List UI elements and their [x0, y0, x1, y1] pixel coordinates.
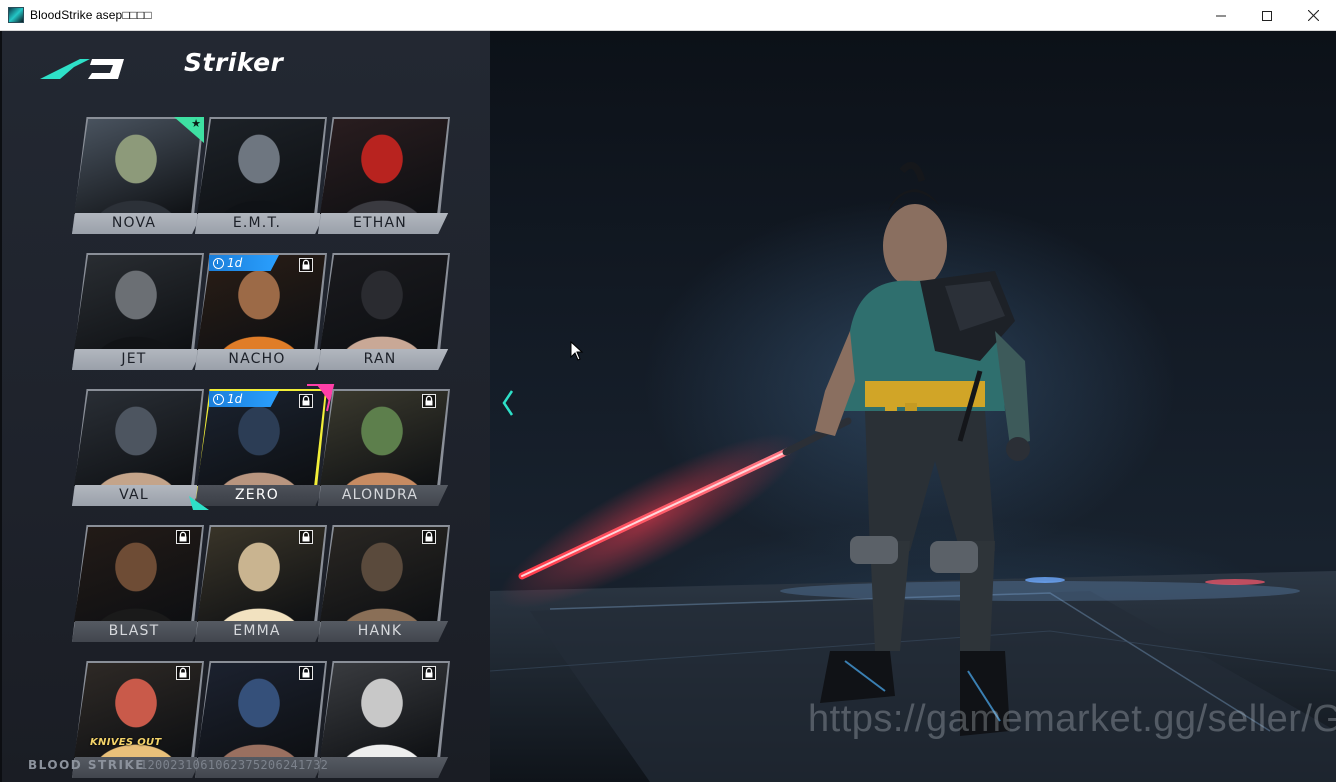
footer-brand: BLOOD STRIKE — [28, 758, 145, 772]
trial-timer-text: 1d — [227, 256, 243, 270]
game-logo-icon — [40, 59, 124, 79]
preview-scene — [490, 161, 1336, 782]
character-card-zero[interactable]: ZERO 1d — [189, 384, 335, 510]
minimize-button[interactable] — [1198, 0, 1244, 31]
character-name: HANK — [357, 623, 403, 639]
chevron-left-icon — [502, 390, 514, 416]
character-name: ZERO — [235, 487, 279, 503]
character-name: RAN — [363, 351, 397, 367]
character-name: ETHAN — [353, 215, 407, 231]
character-portrait — [197, 119, 325, 214]
character-panel: Striker NOVA ★ E.M.T. ETHAN JET NACHO 1d RAN VAL… — [0, 31, 490, 782]
lock-icon — [299, 394, 313, 408]
trial-timer-badge: 1d — [209, 391, 279, 407]
minimize-icon — [1216, 15, 1226, 16]
character-name — [318, 758, 442, 777]
character-card-nova[interactable]: NOVA ★ — [72, 117, 204, 234]
close-icon — [1307, 10, 1319, 21]
character-card-hank[interactable]: HANK — [318, 525, 450, 642]
clock-icon — [213, 257, 224, 269]
character-portrait — [74, 391, 202, 486]
character-name: ALONDRA — [341, 487, 419, 503]
app-icon — [8, 7, 24, 23]
player-id: 1200231061062375206241732 — [140, 758, 329, 772]
back-button[interactable] — [40, 55, 126, 85]
maximize-icon — [1262, 10, 1272, 21]
character-card[interactable] — [318, 661, 450, 778]
window-titlebar: BloodStrike asep□□□□ — [0, 0, 1336, 31]
lock-icon — [299, 258, 313, 272]
character-card-val[interactable]: VAL — [72, 389, 204, 506]
character-card-jet[interactable]: JET — [72, 253, 204, 370]
close-button[interactable] — [1290, 0, 1336, 31]
character-name: E.M.T. — [232, 215, 282, 231]
lock-icon — [176, 530, 190, 544]
window-title: BloodStrike asep□□□□ — [30, 8, 152, 22]
watermark: https://gamemarket.gg/seller/GameNews — [808, 698, 1336, 740]
clock-icon — [213, 393, 224, 405]
character-portrait — [320, 255, 448, 350]
character-name: VAL — [119, 487, 149, 503]
character-name: BLAST — [108, 623, 160, 639]
lock-icon — [176, 666, 190, 680]
trial-timer-badge: 1d — [209, 255, 279, 271]
character-card-emt[interactable]: E.M.T. — [195, 117, 327, 234]
window-controls — [1198, 0, 1336, 31]
character-card-ethan[interactable]: ETHAN — [318, 117, 450, 234]
character-name: EMMA — [233, 623, 281, 639]
character-portrait — [74, 119, 202, 214]
character-card-nacho[interactable]: NACHO 1d — [195, 253, 327, 370]
lock-icon — [422, 394, 436, 408]
maximize-button[interactable] — [1244, 0, 1290, 31]
lock-icon — [299, 666, 313, 680]
character-card-blast[interactable]: BLAST — [72, 525, 204, 642]
character-portrait — [74, 255, 202, 350]
character-name: NACHO — [228, 351, 286, 367]
lock-icon — [422, 530, 436, 544]
character-card-ran[interactable]: RAN — [318, 253, 450, 370]
character-card-emma[interactable]: EMMA — [195, 525, 327, 642]
previous-character-button[interactable] — [502, 389, 522, 423]
character-name: NOVA — [111, 215, 157, 231]
brand-logo: KNIVES OUT — [90, 737, 162, 748]
character-card-alondra[interactable]: ALONDRA — [318, 389, 450, 506]
character-portrait — [320, 119, 448, 214]
page-title: Striker — [184, 48, 284, 77]
lock-icon — [299, 530, 313, 544]
lock-icon — [422, 666, 436, 680]
character-preview: https://gamemarket.gg/seller/GameNews — [490, 31, 1336, 782]
trial-timer-text: 1d — [227, 392, 243, 406]
character-name: JET — [121, 351, 147, 367]
